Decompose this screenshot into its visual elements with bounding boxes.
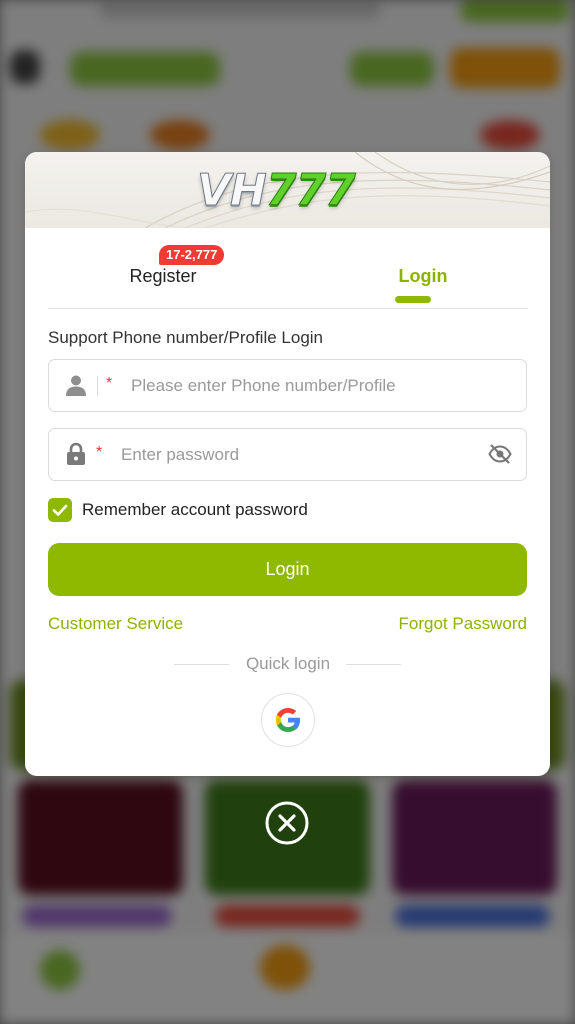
close-circle-icon: [265, 801, 309, 845]
logo-digits: 777: [265, 165, 356, 216]
vh777-logo: VH 777: [197, 165, 387, 216]
lock-icon: [66, 442, 86, 471]
password-input[interactable]: [119, 439, 483, 471]
checkmark-icon: [52, 504, 68, 516]
remember-label: Remember account password: [82, 500, 308, 519]
password-field[interactable]: *: [48, 428, 527, 481]
modal-header-banner: VH 777: [25, 152, 550, 228]
active-tab-indicator: [395, 296, 431, 303]
phone-profile-field[interactable]: *: [48, 359, 527, 412]
quick-login-label: Quick login: [245, 654, 331, 673]
eye-off-icon[interactable]: [488, 443, 512, 470]
forgot-password-link[interactable]: Forgot Password: [399, 614, 528, 634]
required-mark: *: [106, 375, 113, 392]
login-button[interactable]: Login: [48, 543, 527, 596]
register-bonus-badge: 17-2,777: [159, 245, 225, 265]
field-separator: [97, 376, 98, 396]
tab-divider: [48, 308, 528, 309]
remember-password-row[interactable]: Remember account password: [48, 498, 308, 522]
logo-letters: VH: [197, 165, 268, 216]
required-mark: *: [96, 444, 103, 461]
close-modal-button[interactable]: [265, 801, 309, 845]
google-login-button[interactable]: [261, 693, 315, 747]
google-icon: [276, 708, 300, 732]
support-login-label: Support Phone number/Profile Login: [48, 328, 324, 347]
tab-login[interactable]: Login: [358, 256, 488, 296]
quick-login-divider-left: [174, 664, 229, 665]
remember-checkbox[interactable]: [48, 498, 72, 522]
quick-login-divider-right: [346, 664, 401, 665]
phone-profile-input[interactable]: [129, 370, 513, 402]
customer-service-link[interactable]: Customer Service: [48, 614, 183, 634]
user-icon: [64, 373, 88, 402]
auth-tabs: Register Login: [48, 236, 528, 309]
